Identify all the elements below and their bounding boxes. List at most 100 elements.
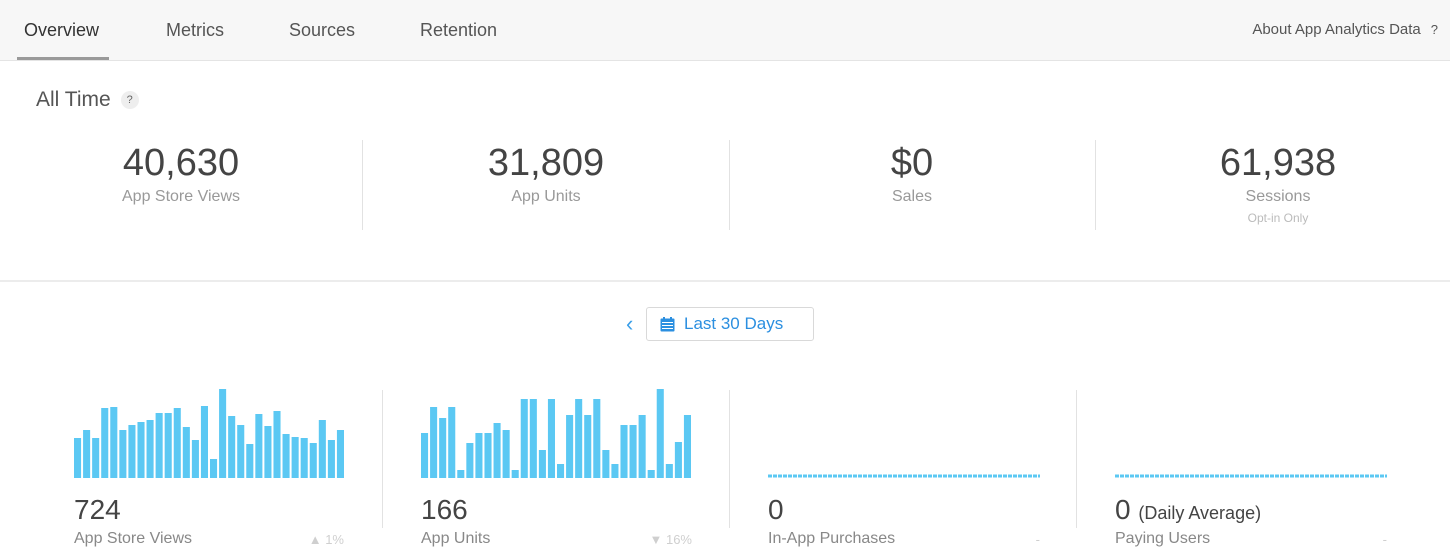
section-divider <box>0 280 1450 282</box>
chart-bar <box>566 415 574 478</box>
tab-retention[interactable]: Retention <box>420 18 497 60</box>
line-chart <box>1115 474 1387 478</box>
chart-app-store-views <box>74 385 346 479</box>
about-analytics-link[interactable]: About App Analytics Data ? <box>1252 21 1438 38</box>
chart-bar <box>484 433 492 478</box>
chart-bar <box>638 415 646 478</box>
chart-bar <box>448 407 456 478</box>
tab-metrics[interactable]: Metrics <box>166 18 224 60</box>
chart-bar <box>547 399 555 478</box>
metric-change: - <box>1382 532 1387 547</box>
change-down-arrow-icon: ▼ <box>649 532 663 547</box>
chart-bar <box>611 464 619 478</box>
tab-overview[interactable]: Overview <box>24 18 99 60</box>
stat-app-units: 31,809 App Units <box>365 140 727 206</box>
stat-label: Sales <box>891 188 933 205</box>
chart-paying-users <box>1115 385 1387 479</box>
metric-value: 724 <box>74 494 121 525</box>
chart-bar <box>300 438 308 478</box>
chart-bar <box>318 420 326 478</box>
chart-bar <box>493 423 501 478</box>
chart-bar <box>336 430 344 478</box>
chart-bar <box>74 438 82 478</box>
bar-chart <box>74 389 344 478</box>
metric-value: 0 <box>768 494 784 525</box>
help-icon: ? <box>1430 22 1438 37</box>
chart-bar <box>173 408 181 478</box>
metric-suffix: (Daily Average) <box>1138 503 1262 523</box>
change-up-arrow-icon: ▲ <box>308 532 322 547</box>
chart-bar <box>620 425 628 478</box>
chart-divider <box>729 390 730 528</box>
help-icon[interactable]: ? <box>120 91 139 109</box>
chart-bar <box>629 425 637 478</box>
chart-bar <box>665 464 673 478</box>
chart-bar <box>291 437 299 478</box>
chart-bar <box>200 406 208 478</box>
tab-sources[interactable]: Sources <box>289 18 355 60</box>
calendar-icon <box>660 316 675 332</box>
stat-value: $0 <box>890 142 934 184</box>
all-time-title: All Time <box>36 88 111 111</box>
chart-bar <box>191 440 199 478</box>
metric-label: App Store Views <box>74 530 192 547</box>
bar-chart <box>421 389 691 478</box>
chart-bar <box>219 389 227 478</box>
chart-bar <box>421 433 429 478</box>
chart-bar <box>466 443 474 478</box>
active-tab-indicator <box>17 57 109 60</box>
stat-label: App Units <box>511 188 581 205</box>
chart-bar <box>237 425 245 478</box>
top-tab-bar: Overview Metrics Sources Retention About… <box>0 0 1450 61</box>
chart-in-app-purchases <box>768 385 1040 479</box>
chart-bar <box>538 450 546 478</box>
stat-label: App Store Views <box>122 188 240 205</box>
metric-change: - <box>1035 532 1040 547</box>
chart-bar <box>602 450 610 478</box>
chart-bar <box>228 416 236 478</box>
metric-number: 0 <box>1115 494 1131 525</box>
date-range-button[interactable]: Last 30 Days <box>646 307 814 341</box>
chart-bar <box>128 425 136 478</box>
chart-bar <box>110 407 118 478</box>
line-chart <box>768 474 1040 478</box>
chart-bar <box>430 407 438 478</box>
chart-divider <box>382 390 383 528</box>
chart-bar <box>137 422 145 478</box>
chart-bar <box>101 408 109 478</box>
date-range-label: Last 30 Days <box>684 314 784 333</box>
stat-divider <box>362 140 363 230</box>
metric-change: ▼ 16% <box>636 532 692 547</box>
chart-bar <box>327 440 335 478</box>
metric-value: 0 (Daily Average) <box>1115 494 1261 529</box>
chart-bar <box>119 430 127 478</box>
chart-bar <box>146 420 154 478</box>
chart-bar <box>557 464 565 478</box>
chart-bar <box>282 434 290 478</box>
metric-change: ▲ 1% <box>296 532 344 547</box>
chart-bar <box>511 470 519 478</box>
chart-bar <box>273 411 281 478</box>
previous-period-button[interactable]: ‹ <box>626 312 633 336</box>
chart-bar <box>575 399 583 478</box>
stat-value: 31,809 <box>487 142 605 184</box>
chart-bar <box>255 414 263 478</box>
stat-sublabel: Opt-in Only <box>1247 211 1309 225</box>
chart-divider <box>1076 390 1077 528</box>
metric-label: Paying Users <box>1115 530 1211 547</box>
stat-sales: $0 Sales <box>731 140 1093 206</box>
stat-sessions: 61,938 Sessions Opt-in Only <box>1097 140 1450 225</box>
stat-app-store-views: 40,630 App Store Views <box>0 140 362 206</box>
change-value: 1% <box>325 532 344 547</box>
all-time-heading: All Time ? <box>36 88 139 112</box>
chart-bar <box>264 426 272 478</box>
chart-bar <box>683 415 691 478</box>
chart-bar <box>164 413 172 478</box>
stat-label: Sessions <box>1245 188 1311 205</box>
stat-value: 61,938 <box>1219 142 1337 184</box>
chart-bar <box>593 399 601 478</box>
chart-bar <box>210 459 218 478</box>
chart-bar <box>674 442 682 478</box>
chart-bar <box>475 433 483 478</box>
chart-bar <box>155 413 163 478</box>
